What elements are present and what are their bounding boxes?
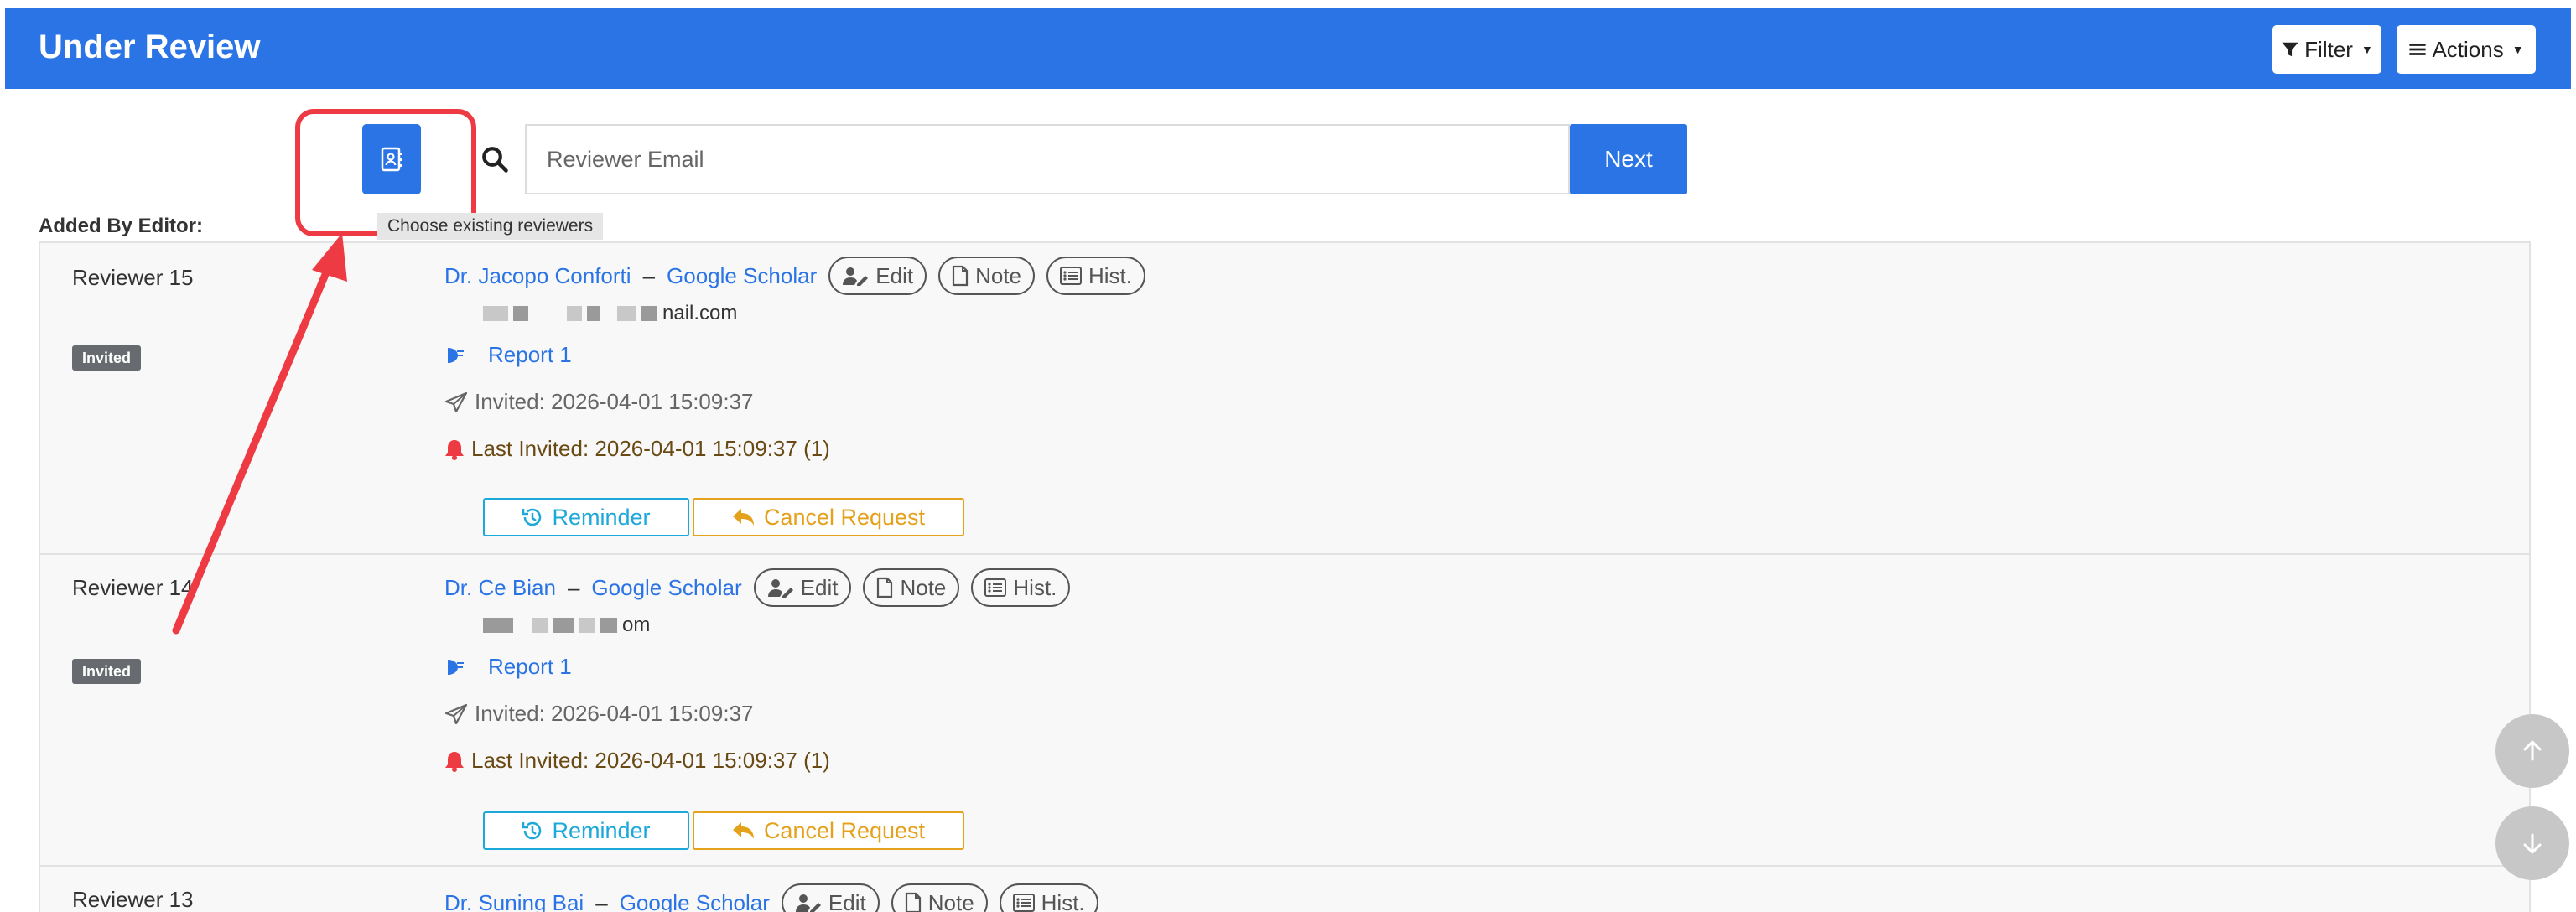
invited-date: Invited: 2026-04-01 15:09:37: [475, 389, 754, 414]
reviewer-number: Reviewer 13: [72, 887, 194, 912]
tooltip-choose-existing: Choose existing reviewers: [377, 213, 604, 240]
cancel-request-button[interactable]: Cancel Request: [693, 811, 964, 850]
last-invited-line: Last Invited: 2026-04-01 15:09:37 (1): [444, 436, 830, 462]
report-link[interactable]: Report 1: [488, 342, 572, 368]
user-edit-icon: [767, 579, 793, 598]
invited-line: Invited: 2026-04-01 15:09:37: [444, 701, 753, 727]
history-button[interactable]: Hist.: [971, 568, 1071, 607]
edit-button[interactable]: Edit: [753, 568, 852, 607]
reviewer-row: Reviewer 15 Invited: [39, 241, 2531, 555]
list-icon: [984, 578, 1007, 597]
user-edit-icon: [843, 267, 869, 286]
email-text: nail.com: [662, 302, 738, 324]
list-icon: [1012, 894, 1035, 912]
reviewer-row: Reviewer 13: [39, 867, 2531, 912]
reviewer-row: Reviewer 14 Invited: [39, 555, 2531, 867]
history-button[interactable]: Hist.: [999, 884, 1098, 912]
edit-button[interactable]: Edit: [781, 884, 880, 912]
arrow-down-icon: [2523, 833, 2542, 854]
list-icon: [1060, 267, 1082, 285]
reviewer-name-line: Dr. Ce Bian – Google Scholar Edit Note H…: [444, 568, 1071, 607]
reviewer-name-link[interactable]: Dr. Suning Bai: [444, 890, 584, 912]
note-button[interactable]: Note: [891, 884, 988, 912]
file-icon: [877, 577, 893, 598]
reply-icon: [732, 822, 754, 839]
edit-button[interactable]: Edit: [828, 256, 927, 295]
filter-icon: [2282, 42, 2298, 57]
invited-line: Invited: 2026-04-01 15:09:37: [444, 389, 753, 415]
invited-date: Invited: 2026-04-01 15:09:37: [475, 701, 754, 726]
caret-down-icon: ▼: [2511, 43, 2524, 56]
last-invited-date: Last Invited: 2026-04-01 15:09:37 (1): [471, 748, 830, 773]
report-line: Report 1: [444, 342, 572, 368]
report-icon: [448, 659, 464, 675]
status-badge: Invited: [72, 345, 142, 370]
paper-plane-icon: [444, 391, 468, 412]
report-link[interactable]: Report 1: [488, 654, 572, 680]
bell-icon: [445, 751, 464, 772]
reviewer-number: Reviewer 15: [72, 265, 194, 290]
reviewer-number: Reviewer 14: [72, 575, 194, 600]
google-scholar-link[interactable]: Google Scholar: [591, 575, 741, 601]
page-title: Under Review: [39, 28, 261, 65]
filter-button[interactable]: Filter ▼: [2272, 25, 2381, 74]
history-icon: [522, 508, 542, 526]
reminder-button[interactable]: Reminder: [483, 811, 689, 850]
history-button[interactable]: Hist.: [1046, 256, 1145, 295]
note-button[interactable]: Note: [938, 256, 1035, 295]
filter-label: Filter: [2304, 36, 2353, 62]
history-icon: [522, 821, 542, 840]
last-invited-date: Last Invited: 2026-04-01 15:09:37 (1): [471, 436, 830, 461]
reminder-button[interactable]: Reminder: [483, 498, 689, 536]
reviewer-email: om: [483, 614, 650, 637]
google-scholar-link[interactable]: Google Scholar: [667, 263, 817, 289]
added-by-editor-label: Added By Editor:: [39, 215, 203, 237]
last-invited-line: Last Invited: 2026-04-01 15:09:37 (1): [444, 748, 830, 774]
file-icon: [952, 265, 969, 287]
reply-icon: [732, 509, 754, 526]
file-icon: [905, 892, 921, 912]
status-badge: Invited: [72, 659, 142, 684]
reviewer-name-link[interactable]: Dr. Ce Bian: [444, 575, 556, 601]
actions-button[interactable]: Actions ▼: [2397, 25, 2536, 74]
cancel-request-button[interactable]: Cancel Request: [693, 498, 964, 536]
caret-down-icon: ▼: [2360, 43, 2373, 56]
actions-label: Actions: [2432, 36, 2504, 62]
reviewer-name-line: Dr. Suning Bai – Google Scholar Edit Not…: [444, 884, 1098, 912]
scroll-up-button[interactable]: [2496, 714, 2569, 788]
email-text: om: [622, 614, 651, 636]
menu-icon: [2409, 44, 2427, 55]
search-icon: [482, 147, 508, 173]
arrow-up-icon: [2523, 740, 2542, 761]
report-icon: [448, 347, 464, 363]
reviewer-email: nail.com: [483, 302, 737, 325]
reviewer-name-line: Dr. Jacopo Conforti – Google Scholar Edi…: [444, 256, 1145, 295]
note-button[interactable]: Note: [863, 568, 960, 607]
page-header: Under Review Filter ▼ Actions ▼: [5, 8, 2571, 89]
google-scholar-link[interactable]: Google Scholar: [620, 890, 770, 912]
reviewer-email-input[interactable]: [525, 124, 1570, 194]
paper-plane-icon: [444, 703, 468, 724]
bell-icon: [445, 439, 464, 460]
reviewer-name-link[interactable]: Dr. Jacopo Conforti: [444, 263, 631, 289]
scroll-down-button[interactable]: [2496, 806, 2569, 880]
next-button[interactable]: Next: [1570, 124, 1687, 194]
report-line: Report 1: [444, 654, 572, 680]
user-edit-icon: [795, 894, 821, 912]
